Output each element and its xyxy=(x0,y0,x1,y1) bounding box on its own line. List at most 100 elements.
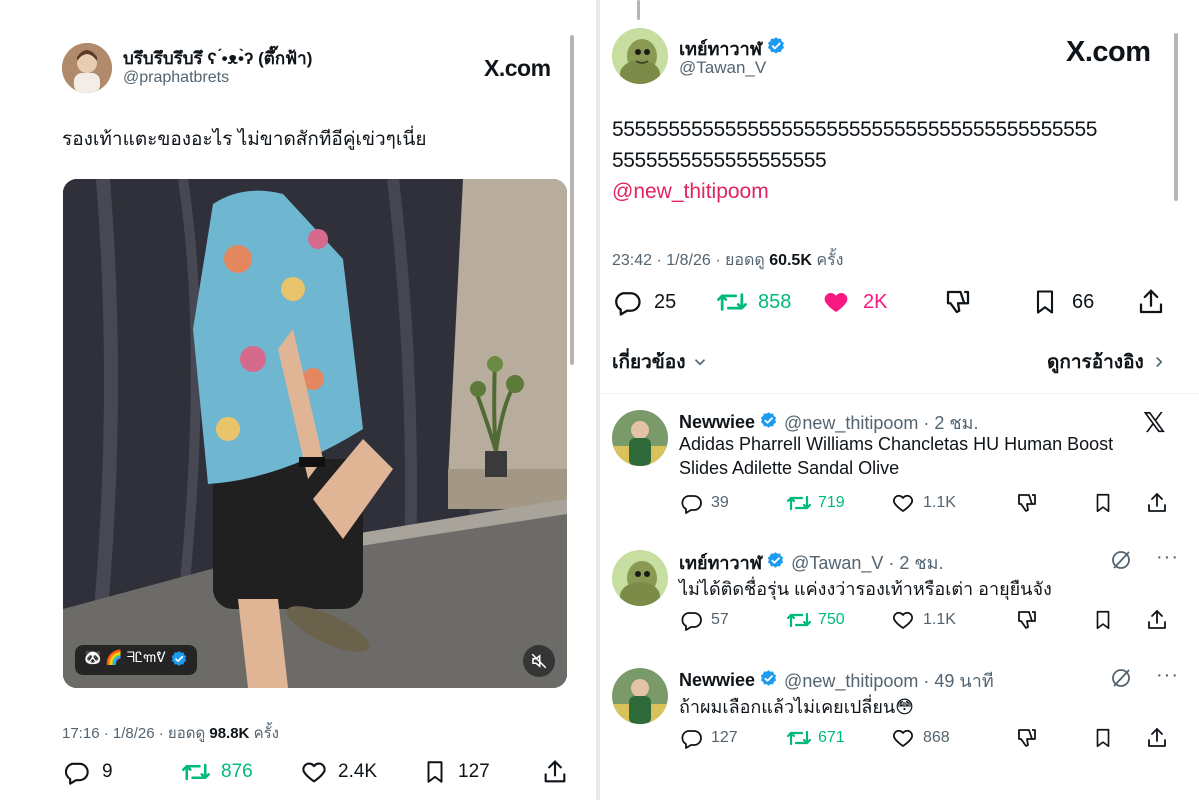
share-icon xyxy=(544,760,566,783)
reply-author-name[interactable]: เทย์ทาวาฬ xyxy=(679,548,762,577)
reply-handle-time[interactable]: @Tawan_V · 2 ชม. xyxy=(791,548,943,577)
grok-icon[interactable] xyxy=(1109,548,1133,577)
author-handle[interactable]: @Tawan_V xyxy=(679,58,766,78)
author-avatar[interactable] xyxy=(62,43,112,93)
thumbs-down-icon xyxy=(1018,494,1036,512)
reply-avatar[interactable] xyxy=(612,410,668,466)
tweet-meta: 23:42 · 1/8/26 · ยอดดู 60.5K ครั้ง xyxy=(612,248,843,273)
retweet-button[interactable]: 719 xyxy=(786,491,845,515)
retweet-button[interactable]: 750 xyxy=(786,608,845,632)
like-button[interactable]: 868 xyxy=(891,726,950,750)
reply-text-line-2: Slides Adilette Sandal Olive xyxy=(679,458,900,478)
reply-avatar[interactable] xyxy=(612,668,668,724)
like-count: 2.4K xyxy=(338,761,378,782)
muted-speaker-icon xyxy=(531,653,547,669)
like-button[interactable]: 2.4K xyxy=(300,758,377,786)
tweet-video[interactable]: 🐼 🌈 ᖷᏝ꧑ᕓ xyxy=(63,179,567,688)
reply-count: 9 xyxy=(102,761,113,782)
reply-count: 39 xyxy=(711,494,729,511)
reply-handle-time[interactable]: @new_thitipoom · 2 ชม. xyxy=(784,408,978,437)
reply-avatar[interactable] xyxy=(612,550,668,606)
reply-item[interactable]: Newwiee @new_thitipoom · 49 นาที ··· ถ้า… xyxy=(600,652,1199,800)
share-icon xyxy=(1148,728,1166,747)
verified-badge-icon xyxy=(766,36,786,61)
share-button[interactable] xyxy=(541,758,569,786)
dislike-button[interactable] xyxy=(1015,726,1039,750)
retweet-count: 858 xyxy=(758,290,792,313)
more-options-icon[interactable]: ··· xyxy=(1156,546,1179,569)
reply-count: 57 xyxy=(711,611,729,628)
tweet-mention-link[interactable]: @new_thitipoom xyxy=(612,180,769,204)
share-button[interactable] xyxy=(1145,491,1169,515)
like-count: 1.1K xyxy=(923,494,956,511)
like-count: 868 xyxy=(923,729,950,746)
author-handle[interactable]: @praphatbrets xyxy=(123,69,229,87)
bookmark-button[interactable] xyxy=(1092,491,1114,515)
right-scrollbar[interactable] xyxy=(1174,33,1178,201)
tweet-timestamp[interactable]: 17:16 · 1/8/26 · ยอดดู xyxy=(62,725,205,742)
reply-button[interactable]: 9 xyxy=(62,758,113,786)
reply-text-line-1: ถ้าผมเลือกแล้วไม่เคยเปลี่ยน😳 xyxy=(679,697,914,717)
verified-badge-icon xyxy=(759,411,778,435)
reply-item[interactable]: Newwiee @new_thitipoom · 2 ชม. 𝕏 Adidas … xyxy=(600,394,1199,534)
thumbs-down-icon xyxy=(946,290,970,314)
retweet-button[interactable]: 671 xyxy=(786,726,845,750)
reply-header: เทย์ทาวาฬ @Tawan_V · 2 ชม. xyxy=(679,548,943,577)
reply-item[interactable]: เทย์ทาวาฬ @Tawan_V · 2 ชม. ··· ไม่ได้ติด… xyxy=(600,534,1199,654)
video-author-badge-label: 🐼 🌈 ᖷᏝ꧑ᕓ xyxy=(84,648,166,665)
reply-text-line-1: ไม่ได้ติดชื่อรุ่น แค่งงว่ารองเท้าหรือเต่… xyxy=(679,579,1052,599)
right-top-scrollbar[interactable] xyxy=(637,0,640,20)
reply-handle-time[interactable]: @new_thitipoom · 49 นาที xyxy=(784,666,994,695)
reply-button[interactable]: 39 xyxy=(679,491,729,515)
thumbs-down-icon xyxy=(1018,729,1036,747)
share-button[interactable] xyxy=(1145,608,1169,632)
bookmark-button[interactable]: 66 xyxy=(1031,287,1094,317)
grok-icon[interactable] xyxy=(1109,666,1133,695)
x-brand-text: X.com xyxy=(484,55,551,81)
reply-button[interactable]: 57 xyxy=(679,608,729,632)
dislike-button[interactable] xyxy=(943,287,973,317)
video-frame xyxy=(63,179,567,688)
related-dropdown[interactable]: เกี่ยวข้อง xyxy=(612,347,709,377)
like-button[interactable]: 2K xyxy=(821,287,887,317)
dislike-button[interactable] xyxy=(1015,491,1039,515)
more-options-icon[interactable]: ··· xyxy=(1156,664,1179,687)
retweet-count: 750 xyxy=(818,611,845,628)
reply-author-name[interactable]: Newwiee xyxy=(679,670,755,691)
share-button[interactable] xyxy=(1136,287,1166,317)
reply-text-line-1: Adidas Pharrell Williams Chancletas HU H… xyxy=(679,434,1114,454)
reply-button[interactable]: 127 xyxy=(679,726,738,750)
like-count: 2K xyxy=(863,290,888,313)
reply-header: Newwiee @new_thitipoom · 2 ชม. xyxy=(679,408,978,437)
reply-header: Newwiee @new_thitipoom · 49 นาที xyxy=(679,666,994,695)
share-button[interactable] xyxy=(1145,726,1169,750)
bookmark-button[interactable] xyxy=(1092,608,1114,632)
tweet-timestamp[interactable]: 23:42 · 1/8/26 · ยอดดู xyxy=(612,252,765,269)
x-logo-icon: 𝕏 xyxy=(1143,407,1166,438)
author-avatar[interactable] xyxy=(612,28,668,84)
author-display-name[interactable]: บรึบรึบรึบรึ ʕ ́•ᴥ•̀ʔ (ตึ๊กฟ้า) xyxy=(123,45,312,72)
tweet-text-line-2: 5555555555555555555 xyxy=(612,149,827,172)
reply-author-name[interactable]: Newwiee xyxy=(679,412,755,433)
video-author-badge[interactable]: 🐼 🌈 ᖷᏝ꧑ᕓ xyxy=(75,645,197,675)
retweet-button[interactable]: 858 xyxy=(716,287,791,317)
tweet-text: รองเท้าแตะของอะไร ไม่ขาดสักทีอีคู่เข่วๆเ… xyxy=(62,129,427,150)
mute-toggle-button[interactable] xyxy=(523,645,555,677)
dislike-button[interactable] xyxy=(1015,608,1039,632)
retweet-count: 719 xyxy=(818,494,845,511)
like-button[interactable]: 1.1K xyxy=(891,608,956,632)
view-quotes-link[interactable]: ดูการอ้างอิง xyxy=(1047,347,1168,377)
tweet-text-line-1: 5555555555555555555555555555555555555555… xyxy=(612,118,1098,141)
left-scrollbar[interactable] xyxy=(570,35,574,365)
bookmark-icon xyxy=(1096,493,1110,513)
retweet-icon xyxy=(786,495,812,511)
reply-button[interactable]: 25 xyxy=(612,287,676,317)
verified-badge-icon xyxy=(170,650,188,671)
left-tweet-panel: บรึบรึบรึบรึ ʕ ́•ᴥ•̀ʔ (ตึ๊กฟ้า) @praphat… xyxy=(0,0,596,800)
reply-icon xyxy=(681,612,702,631)
retweet-button[interactable]: 876 xyxy=(181,758,253,786)
bookmark-button[interactable] xyxy=(1092,726,1114,750)
like-button[interactable]: 1.1K xyxy=(891,491,956,515)
reply-icon xyxy=(64,762,89,785)
bookmark-button[interactable]: 127 xyxy=(422,758,490,786)
